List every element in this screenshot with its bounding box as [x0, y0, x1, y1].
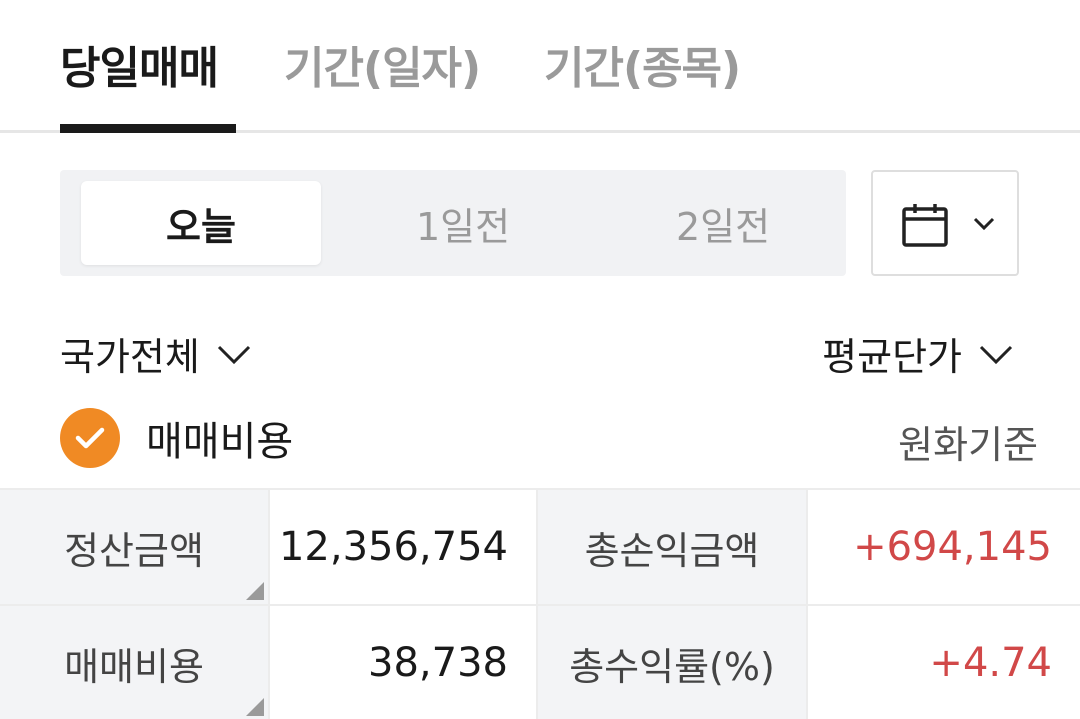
day-selector: 오늘 1일전 2일전 — [60, 170, 846, 276]
day-option-2-days-ago[interactable]: 2일전 — [603, 181, 843, 265]
trading-fee-checkbox[interactable]: 매매비용 — [60, 408, 293, 468]
price-basis-dropdown[interactable]: 평균단가 — [822, 326, 1014, 381]
checkmark-icon — [60, 408, 120, 468]
calendar-icon — [902, 204, 948, 247]
tab-day-trade[interactable]: 당일매매 — [60, 32, 219, 96]
active-tab-indicator — [60, 124, 236, 133]
day-option-today[interactable]: 오늘 — [81, 181, 321, 265]
currency-basis-note: 원화기준 — [898, 423, 1038, 467]
corner-triangle-icon — [246, 582, 264, 600]
summary-table: 정산금액 12,356,754 총손익금액 +694,145 매매비용 38,7… — [0, 488, 1080, 719]
settlement-amount-value: 12,356,754 — [270, 490, 538, 606]
calendar-picker-button[interactable] — [871, 170, 1019, 276]
chevron-down-icon — [217, 345, 250, 364]
tab-bar: 당일매매 기간(일자) 기간(종목) — [0, 0, 1080, 133]
tab-period-date[interactable]: 기간(일자) — [284, 32, 481, 96]
trading-fee-label: 매매비용 — [146, 419, 294, 465]
chevron-down-icon — [973, 217, 995, 231]
total-pl-label: 총손익금액 — [538, 490, 808, 606]
total-pl-value: +694,145 — [808, 490, 1080, 606]
settlement-amount-label[interactable]: 정산금액 — [0, 490, 270, 606]
country-filter-dropdown[interactable]: 국가전체 — [60, 326, 252, 381]
total-return-rate-label: 총수익률(%) — [538, 606, 808, 719]
country-filter-label: 국가전체 — [60, 335, 200, 379]
trading-fee-value: 38,738 — [270, 606, 538, 719]
corner-triangle-icon — [246, 698, 264, 716]
total-return-rate-value: +4.74 — [808, 606, 1080, 719]
trading-fee-row-label[interactable]: 매매비용 — [0, 606, 270, 719]
day-option-1-day-ago[interactable]: 1일전 — [343, 181, 583, 265]
price-basis-label: 평균단가 — [822, 335, 962, 379]
tab-period-stock[interactable]: 기간(종목) — [544, 32, 741, 96]
chevron-down-icon — [979, 345, 1013, 364]
